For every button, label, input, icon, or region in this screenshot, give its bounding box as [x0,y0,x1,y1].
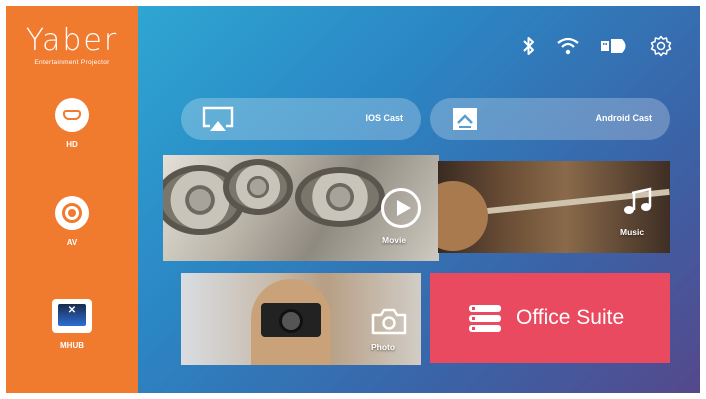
sidebar-item-mhub[interactable]: ✕ MHUB [6,299,138,350]
status-bar [522,35,672,62]
sidebar-item-label: MHUB [60,341,84,350]
ios-cast-button[interactable]: IOS Cast [181,98,421,140]
movie-label: Movie [382,235,407,245]
music-tile[interactable]: Music [438,161,670,253]
sidebar-item-label: HD [66,140,78,149]
music-note-icon [620,185,654,224]
wifi-icon[interactable] [556,36,580,61]
logo-tagline: Entertainment Projector [34,59,110,66]
bluetooth-icon[interactable] [522,36,536,61]
logo-wordmark: Yaber [25,23,119,58]
camera-lens-image [279,309,303,333]
main-area: IOS Cast Android Cast Movie Music Photo … [138,6,700,393]
sidebar: Yaber Entertainment Projector HD AV ✕ MH… [6,6,138,393]
av-icon [55,196,89,230]
guitar-body-image [438,181,488,251]
film-reel-image [295,167,385,227]
ios-cast-label: IOS Cast [365,113,403,123]
photo-label: Photo [371,342,396,352]
document-stack-icon [468,303,502,338]
projector-home-screen: Yaber Entertainment Projector HD AV ✕ MH… [6,6,700,393]
office-suite-label: Office Suite [516,306,625,329]
input-source-icon[interactable] [600,37,630,60]
screen-cast-icon [450,105,480,138]
photo-tile[interactable]: Photo [181,273,421,365]
sidebar-item-av[interactable]: AV [6,196,138,247]
office-suite-tile[interactable]: Office Suite [430,273,670,363]
sidebar-item-hd[interactable]: HD [6,98,138,149]
film-reel-image [223,159,293,215]
android-cast-button[interactable]: Android Cast [430,98,670,140]
settings-gear-icon[interactable] [650,35,672,62]
yaber-logo: Yaber Entertainment Projector [6,23,138,67]
airplay-icon [201,105,235,138]
music-label: Music [620,227,645,237]
sidebar-item-label: AV [66,238,78,247]
android-cast-label: Android Cast [595,113,652,123]
hdmi-icon [55,98,89,132]
movie-tile[interactable]: Movie [163,155,439,261]
mhub-icon: ✕ [52,299,92,333]
camera-icon [371,307,407,340]
play-icon [381,188,421,228]
